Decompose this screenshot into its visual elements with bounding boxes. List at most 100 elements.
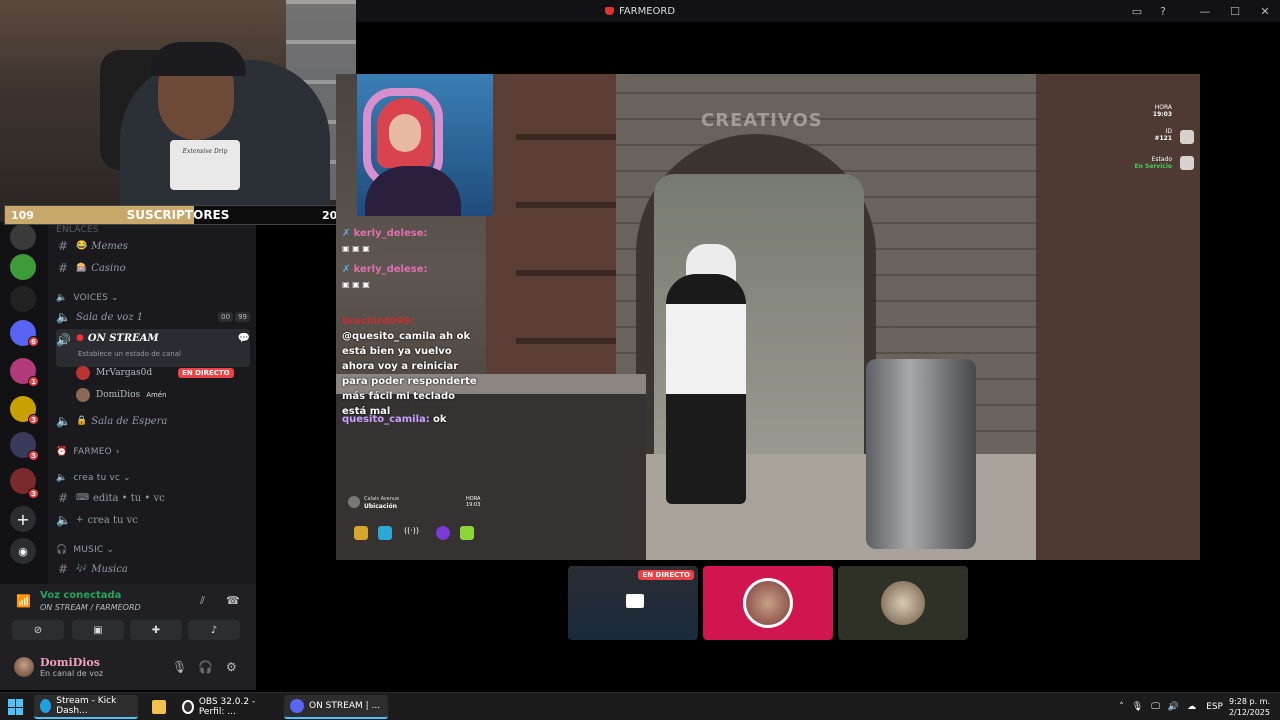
category-voices[interactable]: 🔈 VOICES ⌄ bbox=[56, 290, 119, 306]
activities-button[interactable]: ✚ bbox=[130, 620, 182, 640]
screen-share-button[interactable]: ▣ bbox=[72, 620, 124, 640]
voice-user[interactable]: MrVargas0d EN DIRECTO bbox=[76, 363, 234, 383]
microphone-icon[interactable]: 🎙 bbox=[1132, 702, 1143, 712]
network-icon[interactable]: 🖵 bbox=[1151, 702, 1160, 712]
channel-on-stream[interactable]: 🔊 ● ON STREAM 💬 bbox=[56, 329, 250, 367]
discord-icon bbox=[290, 699, 304, 713]
inbox-icon[interactable]: ▭ bbox=[1124, 0, 1150, 22]
server-icon[interactable] bbox=[10, 254, 36, 280]
headphones-icon: 🎧 bbox=[56, 545, 68, 555]
avatar[interactable] bbox=[14, 657, 34, 677]
camera-off-button[interactable]: ⊘ bbox=[12, 620, 64, 640]
windows-start-button[interactable] bbox=[8, 699, 24, 715]
clock[interactable]: 9:28 p. m. 2/12/2025 bbox=[1229, 696, 1270, 718]
chat-message: quesito_camila: ok bbox=[342, 414, 447, 425]
subscriber-goal-bar: 109 SUSCRIPTORES 200 bbox=[4, 205, 352, 225]
user-name[interactable]: DomiDios bbox=[40, 656, 100, 669]
channel-sala-espera[interactable]: 🔈 🔒 Sala de Espera bbox=[56, 411, 250, 431]
badge-icon: ✗ bbox=[342, 228, 351, 239]
speaker-icon: 🔈 bbox=[56, 473, 68, 483]
chevron-up-icon[interactable]: ˄ bbox=[1119, 702, 1124, 712]
hud-id: ID #121 bbox=[1154, 128, 1172, 142]
channel-sala-voz[interactable]: 🔈 Sala de voz 1 00 99 bbox=[56, 307, 250, 327]
signal-icon: 📶 bbox=[16, 594, 31, 608]
streamer-webcam: Extensive Drip bbox=[0, 0, 356, 222]
mention-badge: 3 bbox=[28, 488, 39, 499]
character-image bbox=[666, 274, 746, 504]
chat-message: ✗ kerly_delese: ▣ ▣ ▣ bbox=[342, 226, 477, 256]
emoji-icon: 🎰 bbox=[76, 263, 88, 273]
speaker-icon: 🔈 bbox=[56, 293, 68, 303]
chat-message: brachird099: @quesito_camila ah ok está … bbox=[342, 316, 477, 417]
person-icon bbox=[1180, 156, 1194, 170]
chat-message: ✗ kerly_delese: ▣ ▣ ▣ bbox=[342, 262, 477, 292]
category-crea-tu-vc[interactable]: 🔈 crea tu vc ⌄ bbox=[56, 470, 131, 486]
chat-icon[interactable]: 💬 bbox=[238, 333, 250, 344]
mention-badge: 6 bbox=[28, 336, 39, 347]
minimize-button[interactable]: — bbox=[1190, 0, 1220, 22]
stamina-icon bbox=[460, 526, 474, 540]
headphones-icon[interactable]: 🎧 bbox=[198, 660, 213, 674]
folder-icon bbox=[152, 700, 166, 714]
alarm-icon: ⏰ bbox=[56, 447, 68, 457]
shirt-logo: Extensive Drip bbox=[170, 140, 240, 190]
channel-musica[interactable]: # 🎶 Musica bbox=[56, 559, 250, 579]
taskbar-app-discord[interactable]: ON STREAM | ... bbox=[284, 695, 388, 719]
close-button[interactable]: ✕ bbox=[1250, 0, 1280, 22]
subscriber-current: 109 bbox=[11, 208, 34, 222]
emoji-icon: 😂 bbox=[76, 241, 88, 251]
server-logo-icon bbox=[604, 7, 614, 15]
hud-estado: Estado En Servicio bbox=[1134, 156, 1172, 170]
volume-icon[interactable]: 🔊 bbox=[1168, 702, 1179, 712]
category-music[interactable]: 🎧 MUSIC ⌄ bbox=[56, 542, 114, 558]
channel-list: ENLACES # 😂 Memes # 🎰 Casino 🔈 VOICES ⌄ … bbox=[48, 222, 256, 584]
edge-icon bbox=[40, 699, 52, 713]
channel-memes[interactable]: # 😂 Memes bbox=[56, 236, 250, 256]
obs-icon bbox=[182, 700, 194, 714]
cloud-icon[interactable]: ☁ bbox=[1187, 702, 1196, 712]
disconnect-icon[interactable]: ☎ bbox=[226, 594, 240, 607]
chevron-down-icon: ⌄ bbox=[123, 473, 131, 483]
taskbar-app-obs[interactable]: OBS 32.0.2 - Perfil: ... bbox=[176, 695, 280, 719]
thirst-icon bbox=[378, 526, 392, 540]
gear-icon[interactable]: ⚙ bbox=[226, 660, 237, 674]
participant-tile[interactable] bbox=[703, 566, 833, 640]
record-icon: ● bbox=[76, 333, 84, 343]
voice-user[interactable]: DomiDios Amén bbox=[76, 385, 167, 405]
channel-casino[interactable]: # 🎰 Casino bbox=[56, 258, 250, 278]
compass-icon bbox=[348, 496, 360, 508]
server-icon[interactable] bbox=[10, 286, 36, 312]
hunger-icon bbox=[354, 526, 368, 540]
chevron-down-icon: ⌄ bbox=[111, 293, 119, 303]
window-title: FARMEORD bbox=[604, 6, 675, 17]
voice-channel-name[interactable]: ON STREAM / FARMEORD bbox=[40, 603, 141, 612]
voice-panel: 📶 Voz conectada ON STREAM / FARMEORD ⫽ ☎… bbox=[0, 584, 256, 690]
channel-status-text[interactable]: Establece un estado de canal bbox=[78, 350, 181, 358]
discover-icon[interactable]: ◉ bbox=[10, 538, 36, 564]
server-icon[interactable] bbox=[10, 224, 36, 250]
taskbar-app-browser[interactable]: Stream - Kick Dash... bbox=[34, 695, 138, 719]
mention-badge: 3 bbox=[28, 414, 39, 425]
speaker-icon: 🔊 bbox=[56, 333, 71, 347]
lock-icon: 🔒 bbox=[76, 416, 88, 426]
badge-icon: ✗ bbox=[342, 264, 351, 275]
help-icon[interactable]: ? bbox=[1150, 0, 1176, 22]
participant-tile[interactable] bbox=[838, 566, 968, 640]
system-tray: ˄ 🎙 🖵 🔊 ☁ ESP 9:28 p. m. 2/12/2025 bbox=[1119, 693, 1280, 720]
channel-crea-tu-vc[interactable]: 🔈 + crea tu vc bbox=[56, 510, 250, 530]
noise-suppression-icon[interactable]: ⫽ bbox=[200, 594, 205, 608]
language-indicator[interactable]: ESP bbox=[1206, 702, 1223, 712]
microphone-icon[interactable]: 🎙 bbox=[172, 660, 187, 674]
hud-location: Calais Avenue Ubicación HORA 19:03 ((·)) bbox=[346, 494, 486, 554]
user-status: En canal de voz bbox=[40, 669, 104, 678]
add-server-button[interactable]: + bbox=[10, 506, 36, 532]
category-farmeo[interactable]: ⏰ FARMEO › bbox=[56, 444, 120, 460]
maximize-button[interactable]: ☐ bbox=[1220, 0, 1250, 22]
live-badge: EN DIRECTO bbox=[638, 570, 694, 580]
channel-edita-tu-vc[interactable]: # ⌨ edita • tu • vc bbox=[56, 488, 250, 508]
stream-thumbnail[interactable]: EN DIRECTO bbox=[568, 566, 698, 640]
soundboard-button[interactable]: ♪ bbox=[188, 620, 240, 640]
voice-status: Voz conectada bbox=[40, 590, 122, 601]
subscriber-label: SUSCRIPTORES bbox=[126, 208, 230, 222]
taskbar-app-explorer[interactable] bbox=[146, 695, 177, 719]
